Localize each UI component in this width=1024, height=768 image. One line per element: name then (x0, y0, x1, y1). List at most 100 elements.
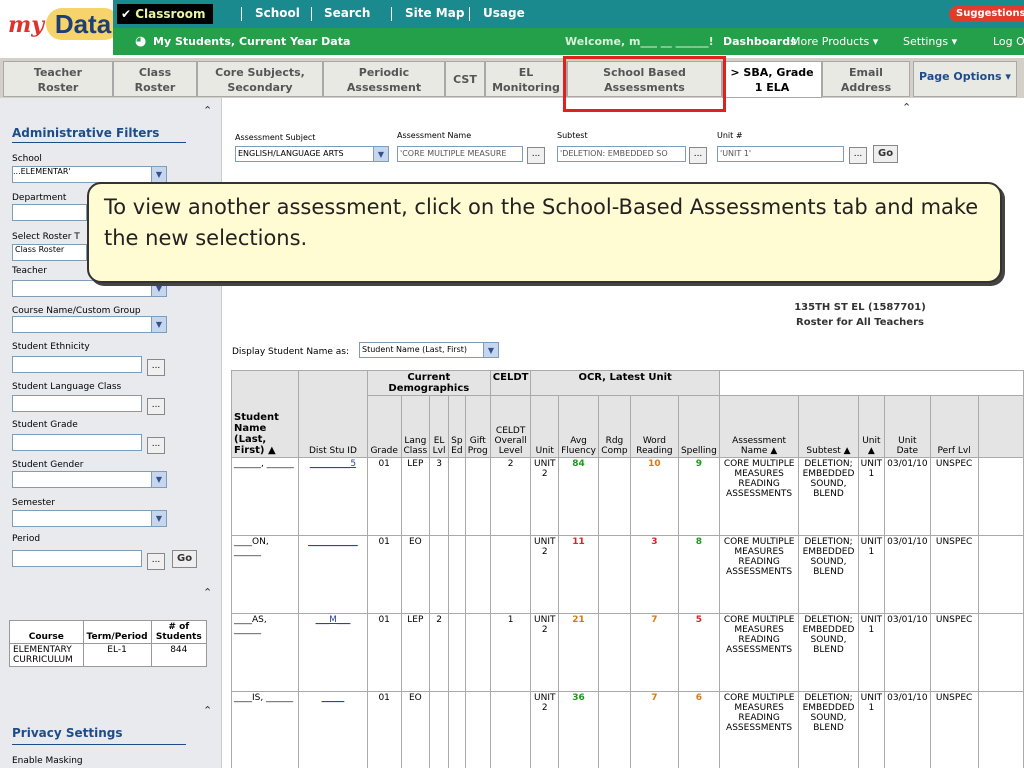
grade-label: Student Grade (12, 420, 78, 430)
semester-select[interactable]: ▼ (12, 510, 167, 527)
course-table: Course Term/Period # of Students ELEMENTAR… (9, 620, 208, 667)
tab-cst[interactable]: CST (445, 61, 485, 97)
tab-periodic-assessment[interactable]: Periodic Assessment (323, 61, 445, 97)
tab-sba-grade1-ela[interactable]: > SBA, Grade 1 ELA (722, 61, 822, 98)
classroom-menu[interactable]: ✔ Classroom (117, 4, 214, 24)
logout-link[interactable]: Log Out (993, 28, 1024, 55)
settings-menu[interactable]: Settings ▾ (903, 28, 957, 55)
assessment-name-input[interactable]: 'CORE MULTIPLE MEASURE (397, 146, 523, 162)
logo-my: my (8, 12, 45, 38)
col-perf-lvl: Perf Lvl (929, 395, 979, 458)
group-current-demographics: Current Demographics (366, 370, 491, 396)
col-celdt-overall: CELDT Overall Level (489, 395, 532, 458)
ethnicity-lookup-button[interactable]: ... (147, 359, 165, 376)
language-lookup-button[interactable]: ... (147, 398, 165, 415)
assessment-subject-label: Assessment Subject (235, 133, 316, 142)
admin-filters-title: Administrative Filters (12, 126, 160, 140)
collapse-icon[interactable]: ⌃ (203, 704, 212, 717)
grade-lookup-button[interactable]: ... (147, 437, 165, 454)
unit-lookup[interactable]: ... (849, 147, 867, 164)
collapse-icon[interactable]: ⌃ (902, 101, 911, 114)
course-select[interactable]: ▼ (12, 316, 167, 333)
col-student-name[interactable]: Student Name (Last, First) ▲ (230, 370, 300, 458)
dashboards-link[interactable]: Dashboards (723, 28, 797, 55)
highlight-box (563, 56, 726, 112)
col-grade: Grade (366, 395, 402, 458)
period-lookup-button[interactable]: ... (147, 553, 165, 570)
assessment-name-lookup[interactable]: ... (527, 147, 545, 164)
school-select[interactable]: ...ELEMENTAR' ▼ (12, 166, 167, 183)
roster-type-label: Select Roster T (12, 232, 80, 242)
unit-label: Unit # (717, 131, 743, 140)
language-class-input[interactable] (12, 395, 142, 412)
collapse-icon[interactable]: ⌃ (203, 104, 212, 117)
subtest-lookup[interactable]: ... (689, 147, 707, 164)
sub-nav: ◕ My Students, Current Year Data Welcome… (113, 28, 1024, 55)
department-label: Department (12, 193, 67, 203)
gender-select[interactable]: ▼ (12, 471, 167, 488)
privacy-title: Privacy Settings (12, 726, 123, 740)
tab-el-monitoring[interactable]: EL Monitoring (485, 61, 567, 97)
col-unit-sort[interactable]: Unit ▲ (857, 395, 886, 458)
col-unit-date: Unit Date (884, 395, 931, 458)
table-row: ____ON, ______ ___________ 01 EO UNIT 2 11 3… (230, 535, 1024, 614)
grade-input[interactable] (12, 434, 142, 451)
table-row: ELEMENTARY CURRICULUM EL-1 844 (9, 643, 208, 667)
period-label: Period (12, 534, 41, 544)
ethnicity-input[interactable] (12, 356, 142, 373)
top-nav: ✔ Classroom School Search Site Map Usage… (113, 0, 1024, 28)
col-unit: Unit (530, 395, 560, 458)
nav-usage[interactable]: Usage (483, 0, 525, 26)
instruction-callout: To view another assessment, click on the… (87, 182, 1002, 283)
nav-search[interactable]: Search (324, 0, 370, 26)
nav-site-map[interactable]: Site Map (405, 0, 464, 26)
group-celdt: CELDT (489, 370, 532, 396)
subtest-label: Subtest (557, 131, 588, 140)
roster-type-select[interactable]: Class Roster (12, 244, 87, 261)
gender-label: Student Gender (12, 460, 84, 470)
period-input[interactable] (12, 550, 142, 567)
nav-school[interactable]: School (255, 0, 300, 26)
tab-core-subjects[interactable]: Core Subjects, Secondary (197, 61, 323, 97)
suggestions-button[interactable]: Suggestions (949, 6, 1024, 22)
teacher-label: Teacher (12, 266, 47, 276)
more-products-menu[interactable]: More Products ▾ (791, 28, 878, 55)
col-dist-stu-id: Dist Stu ID (298, 370, 368, 458)
department-select[interactable] (12, 204, 87, 221)
assessment-go-button[interactable]: Go (873, 145, 899, 163)
school-label: School (12, 154, 42, 164)
table-row: ____IS, ______ _____ 01 EO UNIT 2 36 7 6 CORE… (230, 691, 1024, 768)
col-assessment-name[interactable]: Assessment Name ▲ (718, 395, 800, 458)
language-class-label: Student Language Class (12, 382, 122, 392)
student-id-link[interactable]: _________5 (310, 459, 356, 469)
chevron-down-icon: ▼ (151, 472, 166, 487)
col-word-reading: Word Reading (629, 395, 679, 458)
tab-email-address[interactable]: Email Address (822, 61, 910, 97)
filter-go-button[interactable]: Go (172, 550, 198, 568)
student-id-link[interactable]: ___________ (308, 537, 358, 547)
logo-data: Data (46, 8, 120, 40)
col-el-lvl: EL Lvl (429, 395, 449, 458)
collapse-icon[interactable]: ⌃ (203, 586, 212, 599)
col-subtest[interactable]: Subtest ▲ (798, 395, 859, 458)
col-avg-fluency: Avg Fluency (558, 395, 600, 458)
table-row: ______, ______ _________5 01 LEP 3 2 UNIT 2 8… (230, 457, 1024, 536)
ethnicity-label: Student Ethnicity (12, 342, 90, 352)
display-name-select[interactable]: Student Name (Last, First) ▼ (359, 342, 499, 358)
assessment-name-label: Assessment Name (397, 131, 472, 140)
unit-input[interactable]: 'UNIT 1' (717, 146, 844, 162)
student-id-link[interactable]: _____ (322, 693, 345, 703)
globe-icon: ◕ (135, 34, 147, 49)
page-options-menu[interactable]: Page Options ▾ (913, 61, 1017, 97)
roster-info: 135TH ST EL (1587701) Roster for All Tea… (794, 302, 926, 328)
chevron-down-icon: ▼ (151, 167, 166, 182)
subtest-input[interactable]: 'DELETION: EMBEDDED SO (557, 146, 686, 162)
enable-masking-label: Enable Masking (12, 756, 83, 766)
student-grid: Student Name (Last, First) ▲ Dist Stu ID… (230, 370, 1024, 768)
welcome-text: Welcome, m___ __ ______! (565, 35, 714, 48)
assessment-subject-select[interactable]: ENGLISH/LANGUAGE ARTS ▼ (235, 146, 389, 162)
tab-class-roster[interactable]: Class Roster (113, 61, 197, 97)
student-id-link[interactable]: ___M___ (316, 615, 351, 625)
tab-teacher-roster[interactable]: Teacher Roster (3, 61, 113, 97)
col-sp-ed: Sp Ed (447, 395, 466, 458)
